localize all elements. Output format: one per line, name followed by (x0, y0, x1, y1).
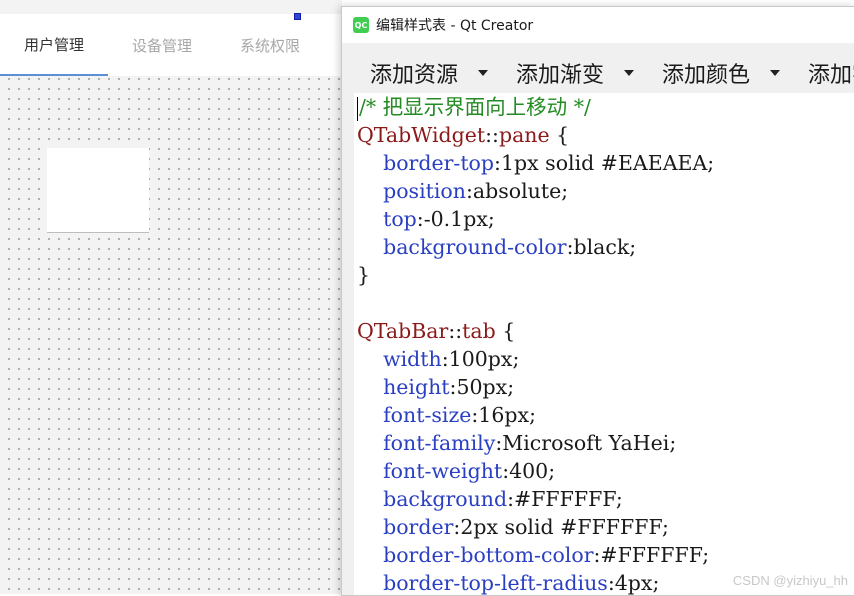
code-line[interactable]: width:100px; (354, 345, 854, 373)
code-line[interactable]: border-bottom-color:#FFFFFF; (354, 541, 854, 569)
code-line[interactable] (354, 289, 854, 317)
code-token: :4px; (607, 571, 660, 595)
code-token: :1px solid #EAEAEA; (494, 151, 715, 175)
code-token: tab (462, 319, 496, 343)
code-token: :400; (502, 459, 556, 483)
code-token: :50px; (449, 375, 515, 399)
code-token: :black; (566, 235, 637, 259)
code-token: QTabBar (357, 319, 449, 343)
add-gradient-label: 添加渐变 (516, 63, 605, 88)
code-token: top (383, 207, 417, 231)
csdn-watermark: CSDN @yizhiyu_hh (732, 573, 848, 588)
code-token: :-0.1px; (416, 207, 495, 231)
code-line[interactable]: border:2px solid #FFFFFF; (354, 513, 854, 541)
code-token: QTabWidget (357, 123, 486, 147)
code-token: :absolute; (465, 179, 569, 203)
code-token: :#FFFFFF; (593, 543, 710, 567)
dropdown-arrow-icon[interactable] (770, 70, 781, 76)
dropdown-arrow-icon[interactable] (624, 70, 635, 76)
code-token: height (383, 375, 450, 399)
code-line[interactable]: background-color:black; (354, 233, 854, 261)
form-widget[interactable] (47, 148, 149, 233)
code-token: :2px solid #FFFFFF; (453, 515, 669, 539)
dialog-title: 编辑样式表 - Qt Creator (376, 18, 534, 34)
code-token: :: (485, 123, 499, 147)
code-line[interactable]: QTabWidget::pane { (354, 121, 854, 149)
code-token: font-family (383, 431, 496, 455)
selection-handle[interactable] (294, 13, 301, 20)
code-token: :100px; (441, 347, 520, 371)
tab-system-permissions[interactable]: 系统权限 (216, 14, 324, 76)
code-line[interactable]: top:-0.1px; (354, 205, 854, 233)
code-token: border-bottom-color (383, 543, 594, 567)
tab-bar: 用户管理 设备管理 系统权限 (0, 14, 342, 76)
code-line[interactable]: } (354, 261, 854, 289)
code-line[interactable]: font-size:16px; (354, 401, 854, 429)
code-token: font-size (383, 403, 472, 427)
code-token: { (495, 319, 516, 343)
code-line[interactable]: height:50px; (354, 373, 854, 401)
add-resource-button[interactable]: 添加资源 (370, 57, 489, 89)
code-line[interactable]: /* 把显示界面向上移动 */ (354, 93, 854, 121)
code-token: position (383, 179, 466, 203)
designer-canvas[interactable]: 用户管理 设备管理 系统权限 (0, 0, 342, 594)
add-font-button[interactable]: 添加字 (808, 57, 854, 89)
code-token: pane (498, 123, 550, 147)
dropdown-arrow-icon[interactable] (478, 70, 489, 76)
stylesheet-code-editor[interactable]: /* 把显示界面向上移动 */QTabWidget::pane { border… (354, 93, 854, 595)
add-font-label: 添加字 (808, 63, 854, 88)
code-line[interactable]: font-weight:400; (354, 457, 854, 485)
code-token: :Microsoft YaHei; (495, 431, 677, 455)
code-token: :#FFFFFF; (507, 487, 623, 511)
edit-stylesheet-dialog: QC 编辑样式表 - Qt Creator 添加资源 添加渐变 添加颜色 添加字… (341, 6, 854, 596)
canvas-top-gap (0, 0, 342, 14)
code-line[interactable]: position:absolute; (354, 177, 854, 205)
code-token: { (549, 123, 570, 147)
add-color-button[interactable]: 添加颜色 (662, 57, 781, 89)
tab-user-management[interactable]: 用户管理 (0, 14, 108, 76)
add-resource-label: 添加资源 (370, 63, 459, 88)
qt-logo-icon: QC (353, 17, 369, 33)
code-token: background (383, 487, 508, 511)
add-color-label: 添加颜色 (662, 63, 751, 88)
code-token: font-weight (383, 459, 503, 483)
text-cursor (357, 96, 358, 121)
code-line[interactable]: QTabBar::tab { (354, 317, 854, 345)
add-gradient-button[interactable]: 添加渐变 (516, 57, 635, 89)
code-token: } (357, 263, 371, 287)
code-token: :16px; (471, 403, 536, 427)
code-token: :: (448, 319, 463, 343)
tab-device-management[interactable]: 设备管理 (108, 14, 216, 76)
code-line[interactable]: font-family:Microsoft YaHei; (354, 429, 854, 457)
dialog-titlebar[interactable]: QC 编辑样式表 - Qt Creator (342, 7, 854, 43)
code-token: width (383, 347, 442, 371)
code-line[interactable]: border-top:1px solid #EAEAEA; (354, 149, 854, 177)
code-token: background-color (383, 235, 567, 259)
code-line[interactable]: background:#FFFFFF; (354, 485, 854, 513)
code-token: border (383, 515, 454, 539)
code-token: border-top (383, 151, 495, 175)
code-token: /* 把显示界面向上移动 */ (359, 95, 591, 119)
stylesheet-toolbar: 添加资源 添加渐变 添加颜色 添加字 (342, 51, 854, 95)
code-token: border-top-left-radius (383, 571, 608, 595)
